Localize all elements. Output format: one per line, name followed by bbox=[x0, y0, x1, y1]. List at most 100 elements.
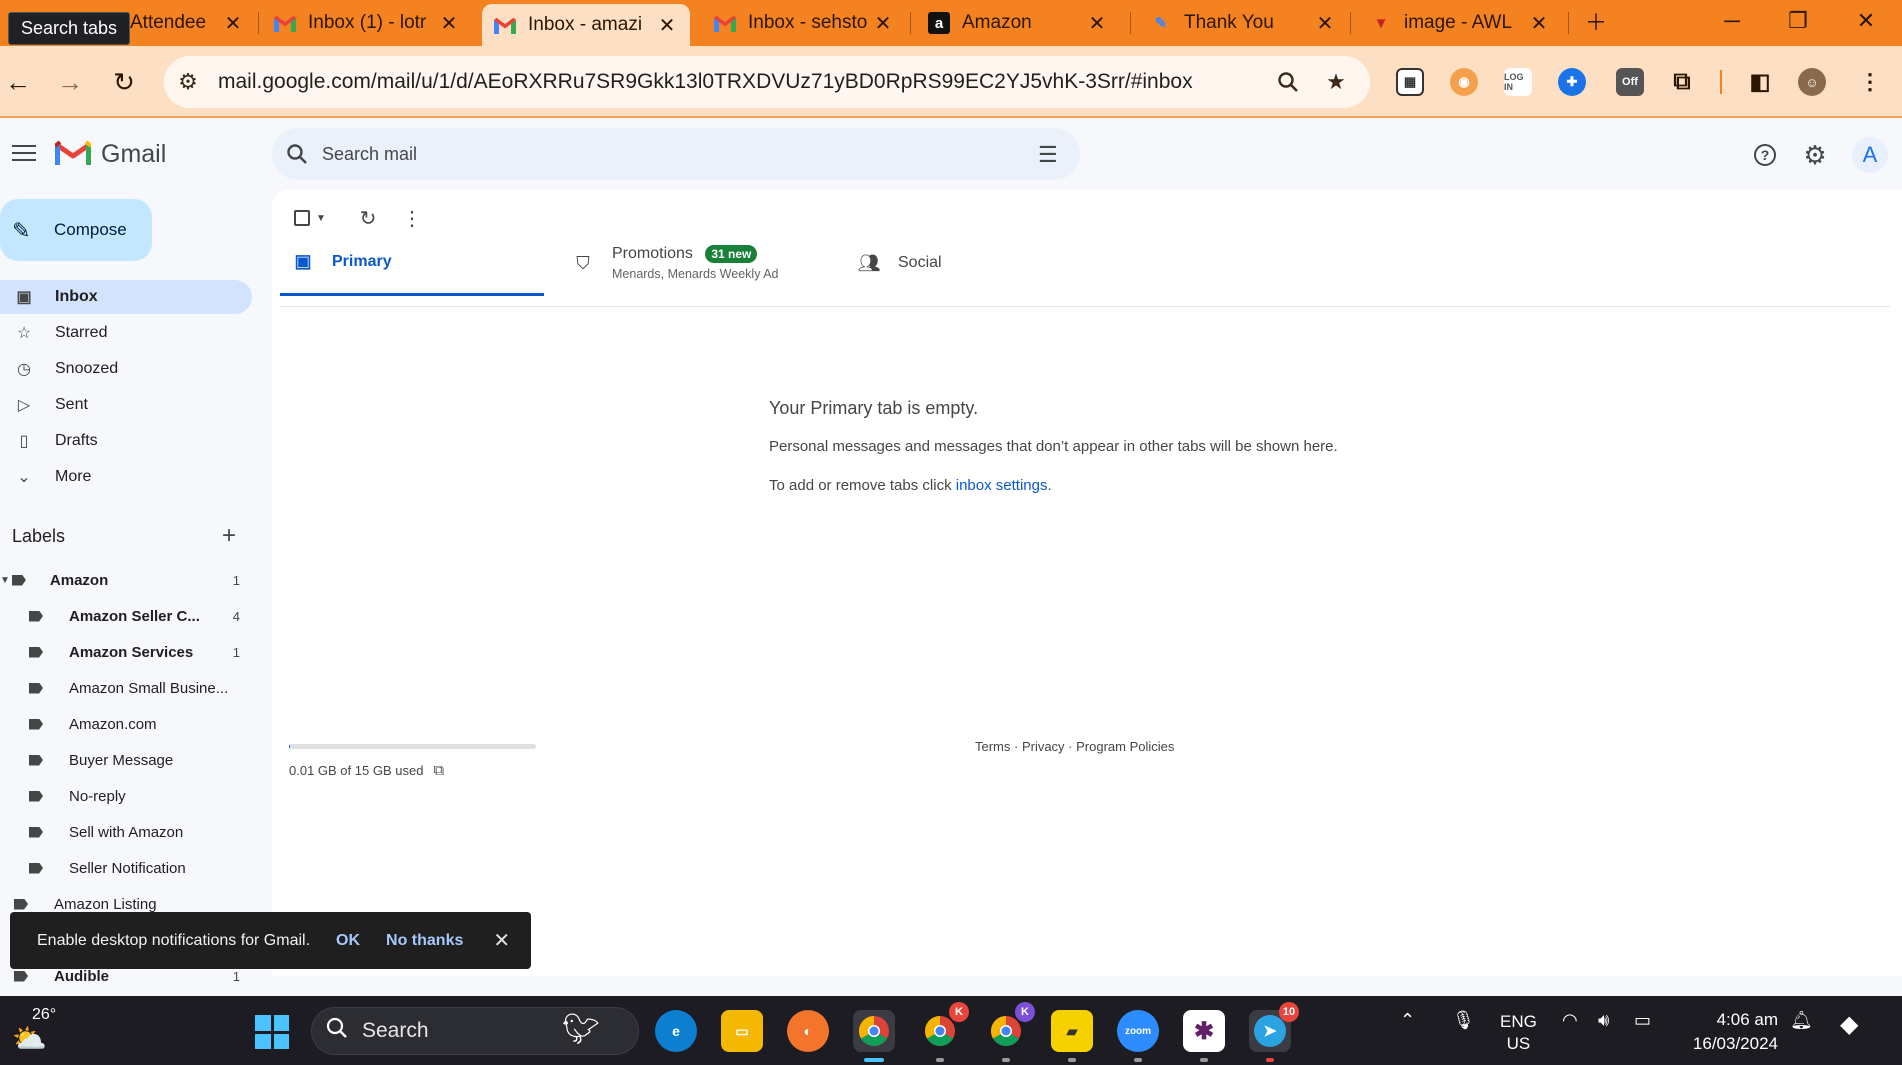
browser-tab-inbox-amazi[interactable]: Inbox - amazi ✕ bbox=[482, 4, 690, 46]
chevron-up-icon[interactable]: ⌃ bbox=[1400, 1010, 1415, 1031]
vpn-app-icon[interactable]: ◐ bbox=[787, 1010, 829, 1052]
pen-icon: ✎ bbox=[1154, 15, 1168, 32]
snackbar-ok-button[interactable]: OK bbox=[336, 932, 360, 950]
snackbar-no-thanks-button[interactable]: No thanks bbox=[386, 932, 463, 950]
label-amazon-com[interactable]: Amazon.com bbox=[29, 709, 240, 739]
notification-bell-icon[interactable]: 🔔︎ bbox=[1790, 1010, 1813, 1031]
sidebar-item-more[interactable]: ⌄ More bbox=[0, 460, 252, 494]
sidebar-item-starred[interactable]: ☆ Starred bbox=[0, 316, 252, 350]
close-tab-icon[interactable]: ✕ bbox=[1086, 11, 1108, 36]
gmail-logo-icon[interactable] bbox=[53, 139, 93, 167]
input-language[interactable]: ENG US bbox=[1500, 1011, 1537, 1055]
sticky-notes-icon[interactable]: ▰ bbox=[1051, 1010, 1093, 1062]
label-amazon-seller-c[interactable]: Amazon Seller C... 4 bbox=[29, 601, 240, 631]
search-icon[interactable] bbox=[286, 143, 308, 170]
browser-tab-amazon[interactable]: a Amazon ✕ bbox=[916, 4, 1120, 42]
battery-icon[interactable]: ▭ bbox=[1634, 1010, 1651, 1031]
qr-extension-icon[interactable]: ▦ bbox=[1396, 68, 1424, 96]
label-tag-icon bbox=[29, 718, 43, 730]
taskbar-search[interactable]: Search 🐦︎ bbox=[311, 1007, 639, 1055]
browser-tab-image-awl[interactable]: ▼ image - AWL ✕ bbox=[1358, 4, 1562, 42]
volume-icon[interactable]: 🔊︎ bbox=[1598, 1010, 1609, 1031]
compose-button[interactable]: ✎ Compose bbox=[0, 199, 152, 261]
close-tab-icon[interactable]: ✕ bbox=[1528, 11, 1550, 36]
file-explorer-icon[interactable]: ▭ bbox=[721, 1010, 763, 1052]
new-tab-button[interactable]: ＋ bbox=[1566, 4, 1626, 38]
help-icon[interactable]: ? bbox=[1750, 140, 1780, 170]
login-extension-icon[interactable]: LOG IN bbox=[1504, 68, 1532, 96]
browser-tab-attendee[interactable]: Attendee ✕ bbox=[118, 4, 256, 42]
label-tag-icon bbox=[29, 790, 43, 802]
off-extension-icon[interactable]: Off bbox=[1616, 68, 1644, 96]
puzzle-extensions-icon[interactable]: ⧉ bbox=[1668, 68, 1696, 96]
browser-tab-inbox-sehsto[interactable]: Inbox - sehsto ✕ bbox=[702, 4, 906, 42]
tab-promotions[interactable]: ⛉ Promotions 31 new Menards, Menards Wee… bbox=[572, 230, 836, 296]
browser-menu-icon[interactable]: ⋮ bbox=[1856, 68, 1884, 96]
back-button[interactable]: ← bbox=[0, 64, 36, 100]
microphone-icon[interactable]: 🎙︎ bbox=[1452, 1010, 1475, 1031]
close-tab-icon[interactable]: ✕ bbox=[1314, 11, 1336, 36]
chrome-profile-3-icon[interactable]: K bbox=[985, 1002, 1035, 1062]
inbox-settings-link[interactable]: inbox settings bbox=[956, 477, 1048, 494]
zoom-app-icon[interactable]: zoom bbox=[1117, 1010, 1159, 1062]
telegram-app-icon[interactable]: ➤ 10 bbox=[1249, 1002, 1299, 1062]
label-buyer-message[interactable]: Buyer Message bbox=[29, 745, 240, 775]
search-input[interactable] bbox=[322, 143, 982, 165]
sidebar-item-snoozed[interactable]: ◷ Snoozed bbox=[0, 352, 252, 386]
gmail-wordmark[interactable]: Gmail bbox=[101, 140, 166, 169]
sidebar-item-drafts[interactable]: ▯ Drafts bbox=[0, 424, 252, 458]
refresh-icon[interactable]: ↻ bbox=[356, 206, 380, 230]
bookmark-star-icon[interactable]: ★ bbox=[1322, 68, 1350, 96]
search-options-icon[interactable]: ☰ bbox=[1038, 142, 1058, 168]
forward-button[interactable]: → bbox=[52, 64, 88, 100]
browser-tab-inbox-lotr[interactable]: Inbox (1) - lotr ✕ bbox=[262, 4, 472, 42]
label-amazon-small-business[interactable]: Amazon Small Busine... bbox=[29, 673, 240, 703]
caret-down-icon[interactable]: ▼ bbox=[0, 575, 10, 586]
close-tab-icon[interactable]: ✕ bbox=[438, 11, 460, 36]
select-all-checkbox[interactable]: ▼ bbox=[290, 206, 330, 230]
chrome-profile-2-icon[interactable]: K bbox=[919, 1002, 969, 1062]
add-label-plus-icon[interactable]: + bbox=[222, 522, 236, 550]
windows-start-icon[interactable] bbox=[255, 1015, 289, 1049]
sidebar-item-sent[interactable]: ▷ Sent bbox=[0, 388, 252, 422]
close-tab-icon[interactable]: ✕ bbox=[222, 11, 244, 36]
settings-gear-icon[interactable]: ⚙ bbox=[1800, 140, 1830, 170]
label-no-reply[interactable]: No-reply bbox=[29, 781, 240, 811]
open-in-new-icon[interactable]: ⧉ bbox=[433, 762, 444, 779]
close-icon[interactable]: ✕ bbox=[493, 928, 510, 953]
copilot-icon[interactable]: ◆ bbox=[1840, 1010, 1858, 1039]
edge-browser-icon[interactable]: e bbox=[655, 1010, 697, 1052]
close-tab-icon[interactable]: ✕ bbox=[872, 11, 894, 36]
reload-button[interactable]: ↻ bbox=[106, 64, 142, 100]
footer-links[interactable]: Terms · Privacy · Program Policies bbox=[975, 739, 1174, 754]
close-window-button[interactable]: ✕ bbox=[1836, 4, 1896, 38]
slack-app-icon[interactable]: ✱ bbox=[1183, 1010, 1225, 1062]
close-tab-icon[interactable]: ✕ bbox=[656, 13, 678, 38]
weather-widget[interactable]: ⛅ 26° bbox=[12, 1006, 62, 1054]
plus-extension-icon[interactable]: ✚ bbox=[1558, 68, 1586, 96]
label-amazon-services[interactable]: Amazon Services 1 bbox=[29, 637, 240, 667]
label-amazon[interactable]: ▼ Amazon 1 bbox=[0, 565, 240, 595]
profile-avatar-icon[interactable]: ☺ bbox=[1798, 68, 1826, 96]
system-clock[interactable]: 4:06 am 16/03/2024 bbox=[1684, 1008, 1778, 1056]
account-avatar[interactable]: A bbox=[1852, 137, 1888, 173]
minimize-window-button[interactable]: ─ bbox=[1702, 4, 1762, 38]
address-bar[interactable]: ⚙ mail.google.com/mail/u/1/d/AEoRXRRu7SR… bbox=[164, 56, 1370, 108]
label-sell-with-amazon[interactable]: Sell with Amazon bbox=[29, 817, 240, 847]
url-text[interactable]: mail.google.com/mail/u/1/d/AEoRXRRu7SR9G… bbox=[218, 70, 1193, 94]
main-menu-icon[interactable] bbox=[10, 140, 38, 168]
restore-window-button[interactable]: ❐ bbox=[1768, 4, 1828, 38]
label-seller-notification[interactable]: Seller Notification bbox=[29, 853, 240, 883]
tab-social[interactable]: 👥︎ Social bbox=[858, 230, 1122, 296]
sidebar-item-inbox[interactable]: ▣ Inbox bbox=[0, 280, 252, 314]
browser-tab-thank-you[interactable]: ✎ Thank You ✕ bbox=[1138, 4, 1348, 42]
wifi-icon[interactable]: ◠ bbox=[1562, 1010, 1578, 1031]
tab-primary[interactable]: ▣ Primary bbox=[280, 230, 544, 296]
chrome-profile-1-icon[interactable] bbox=[853, 1010, 895, 1062]
zoom-icon[interactable] bbox=[1274, 68, 1302, 96]
search-bar[interactable]: ☰ bbox=[272, 128, 1080, 180]
more-options-icon[interactable]: ⋮ bbox=[400, 206, 424, 230]
color-picker-extension-icon[interactable]: ◉ bbox=[1450, 68, 1478, 96]
side-panel-icon[interactable]: ◧ bbox=[1746, 68, 1774, 96]
site-info-icon[interactable]: ⚙ bbox=[174, 68, 202, 96]
